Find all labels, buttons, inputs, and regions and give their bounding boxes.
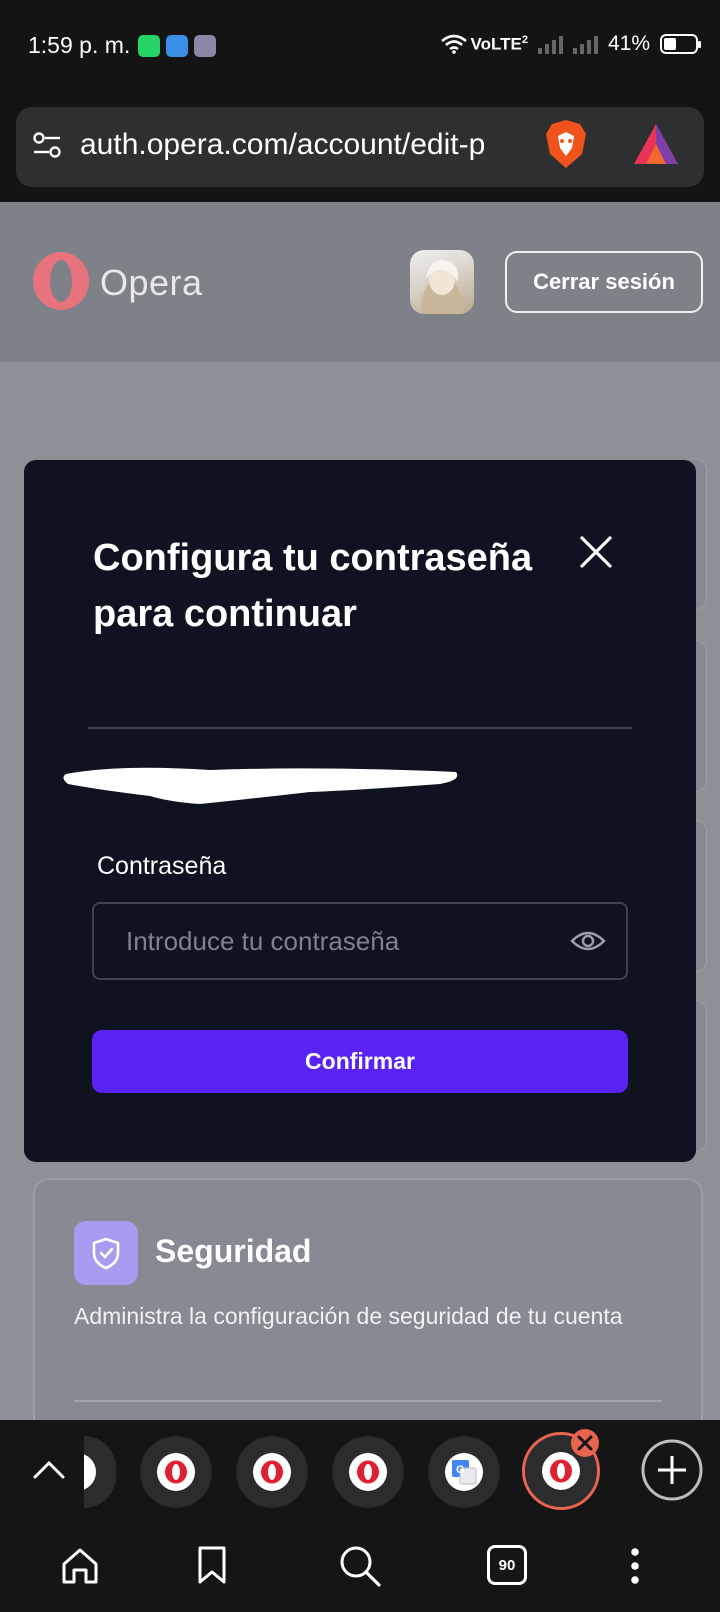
search-icon[interactable]: [338, 1544, 382, 1588]
battery-percent: 41%: [607, 32, 650, 55]
logout-button[interactable]: Cerrar sesión: [505, 251, 703, 313]
collapse-tabs-icon[interactable]: [32, 1458, 66, 1480]
signal-2-icon: [572, 34, 598, 54]
bookmark-icon[interactable]: [196, 1544, 228, 1586]
security-description: Administra la configuración de seguridad…: [74, 1303, 623, 1329]
password-label: Contraseña: [97, 852, 227, 880]
site-settings-icon[interactable]: [32, 130, 62, 160]
user-avatar[interactable]: [410, 250, 474, 314]
home-icon[interactable]: [60, 1546, 100, 1586]
avatar-image: [420, 259, 464, 314]
network-label: VoLTE2: [470, 33, 528, 54]
tab-opera[interactable]: [236, 1436, 308, 1508]
show-password-icon[interactable]: [570, 928, 606, 954]
wifi-icon: [440, 34, 467, 54]
url-text[interactable]: auth.opera.com/account/edit-p: [80, 128, 526, 162]
opera-favicon-icon: [550, 1459, 572, 1483]
tab-opera[interactable]: [332, 1436, 404, 1508]
app-avatar-icon: [194, 35, 216, 57]
battery-icon: [660, 34, 701, 54]
modal-title: Configura tu contraseña para continuar: [93, 537, 533, 635]
tab-counter[interactable]: 90: [487, 1545, 527, 1585]
modal-divider: [88, 727, 632, 729]
close-tab-icon[interactable]: [570, 1428, 600, 1458]
brave-shield-icon[interactable]: [544, 118, 588, 170]
password-input[interactable]: [92, 902, 628, 980]
tab-google-translate[interactable]: G: [428, 1436, 500, 1508]
security-divider: [74, 1400, 662, 1402]
new-tab-icon[interactable]: [640, 1438, 704, 1502]
signal-1-icon: [537, 34, 563, 54]
opera-favicon-icon: [165, 1460, 187, 1484]
google-translate-icon: G: [452, 1460, 477, 1485]
opera-favicon-icon: [357, 1460, 379, 1484]
shield-icon: [74, 1221, 138, 1285]
security-title: Seguridad: [155, 1233, 312, 1269]
svg-text:G: G: [456, 1464, 465, 1476]
tab-count: 90: [498, 1556, 516, 1574]
brand-name[interactable]: Opera: [100, 262, 203, 304]
status-bar: 1:59 p. m. VoLTE2 41%: [0, 0, 720, 96]
whatsapp-icon: [138, 35, 160, 57]
brave-rewards-icon[interactable]: [632, 122, 680, 166]
voicemail-icon: [166, 35, 188, 57]
close-icon[interactable]: [578, 534, 614, 570]
status-right: VoLTE2 41%: [440, 32, 701, 56]
redacted-email: [63, 767, 458, 804]
tab-opera[interactable]: [140, 1436, 212, 1508]
confirm-button[interactable]: Confirmar: [92, 1030, 628, 1093]
opera-logo-icon[interactable]: [30, 250, 92, 312]
opera-favicon-icon: [261, 1460, 283, 1484]
clock: 1:59 p. m.: [28, 32, 131, 58]
more-menu-icon[interactable]: [628, 1546, 642, 1586]
